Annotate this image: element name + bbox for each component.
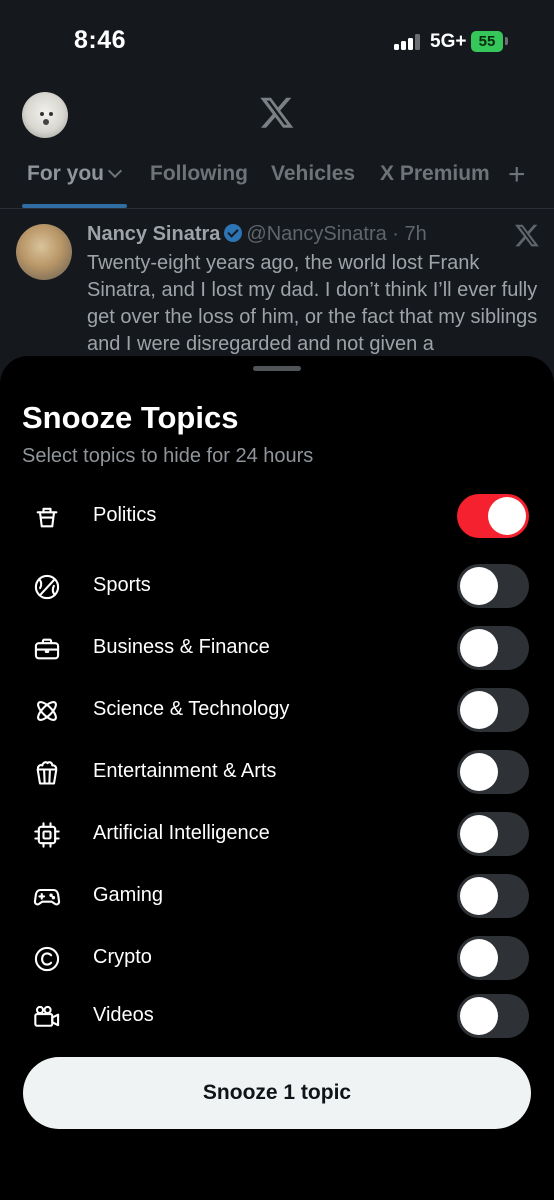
ball-icon xyxy=(33,573,61,601)
toggle-knob xyxy=(460,567,498,605)
author-handle: @NancySinatra · 7h xyxy=(246,223,427,245)
battery-icon: 55 xyxy=(471,31,503,52)
topic-row-crypto[interactable]: Crypto xyxy=(0,927,554,989)
toggle-gaming[interactable] xyxy=(457,874,529,918)
toggle-videos[interactable] xyxy=(457,994,529,1038)
topic-label: Sports xyxy=(93,574,151,596)
toggle-sports[interactable] xyxy=(457,564,529,608)
topic-row-artificial-intelligence[interactable]: Artificial Intelligence xyxy=(0,803,554,865)
tab-vehicles[interactable]: Vehicles xyxy=(271,162,355,186)
tab-label: For you xyxy=(27,162,104,185)
tweet-author[interactable]: Nancy Sinatra @NancySinatra · 7h xyxy=(87,223,427,246)
author-name: Nancy Sinatra xyxy=(87,223,221,245)
x-logo-icon xyxy=(260,97,294,128)
tab-for-you[interactable]: For you xyxy=(27,162,123,186)
sheet-subtitle: Select topics to hide for 24 hours xyxy=(22,445,314,467)
topic-row-business-finance[interactable]: Business & Finance xyxy=(0,617,554,679)
verified-badge-icon xyxy=(224,224,243,242)
topic-row-sports[interactable]: Sports xyxy=(0,555,554,617)
atom-icon xyxy=(33,697,61,725)
x-logo-icon xyxy=(514,224,539,247)
topic-label: Politics xyxy=(93,504,157,526)
gamepad-icon xyxy=(33,883,61,911)
topic-label: Entertainment & Arts xyxy=(93,760,277,782)
chevron-down-icon xyxy=(107,163,123,179)
coin-icon xyxy=(33,945,61,973)
topic-label: Science & Technology xyxy=(93,698,290,720)
toggle-knob xyxy=(460,997,498,1035)
toggle-crypto[interactable] xyxy=(457,936,529,980)
timeline-tabs: For you Following Vehicles X Premium xyxy=(0,150,554,209)
topic-row-entertainment-arts[interactable]: Entertainment & Arts xyxy=(0,741,554,803)
topic-label: Gaming xyxy=(93,884,164,906)
toggle-knob xyxy=(460,939,498,977)
toggle-knob xyxy=(488,497,526,535)
toggle-knob xyxy=(460,629,498,667)
toggle-knob xyxy=(460,815,498,853)
topic-row-science-technology[interactable]: Science & Technology xyxy=(0,679,554,741)
status-bar: 8:46 5G+ 55 xyxy=(0,0,554,80)
battery-tip xyxy=(505,37,508,45)
topic-label: Crypto xyxy=(93,946,152,968)
tab-x-premium[interactable]: X Premium xyxy=(380,162,490,186)
podium-icon xyxy=(33,503,61,531)
tweet-avatar[interactable] xyxy=(16,224,72,280)
active-tab-indicator xyxy=(22,204,127,208)
topic-label: Artificial Intelligence xyxy=(93,822,270,844)
topic-label: Videos xyxy=(93,1004,154,1026)
toggle-science-technology[interactable] xyxy=(457,688,529,732)
topic-row-politics[interactable]: Politics xyxy=(0,485,554,547)
toggle-entertainment-arts[interactable] xyxy=(457,750,529,794)
status-time: 8:46 xyxy=(74,26,127,54)
toggle-artificial-intelligence[interactable] xyxy=(457,812,529,856)
signal-icon xyxy=(394,34,424,50)
sheet-title: Snooze Topics xyxy=(22,400,239,435)
video-camera-icon xyxy=(33,1003,61,1031)
tweet-text: Twenty-eight years ago, the world lost F… xyxy=(87,252,538,355)
add-tab-icon[interactable]: + xyxy=(508,158,526,192)
topic-row-videos[interactable]: Videos xyxy=(0,985,554,1047)
briefcase-icon xyxy=(33,635,61,663)
snooze-button[interactable]: Snooze 1 topic xyxy=(23,1057,531,1129)
popcorn-icon xyxy=(33,759,61,787)
toggle-knob xyxy=(460,753,498,791)
toggle-knob xyxy=(460,691,498,729)
sheet-grabber[interactable] xyxy=(253,366,301,371)
chip-icon xyxy=(33,821,61,849)
snooze-topics-sheet: Snooze Topics Select topics to hide for … xyxy=(0,356,554,1200)
toggle-business-finance[interactable] xyxy=(457,626,529,670)
toggle-politics[interactable] xyxy=(457,494,529,538)
toggle-knob xyxy=(460,877,498,915)
avatar[interactable] xyxy=(22,92,68,138)
network-label: 5G+ xyxy=(430,31,467,52)
topic-label: Business & Finance xyxy=(93,636,270,658)
topic-row-gaming[interactable]: Gaming xyxy=(0,865,554,927)
tab-following[interactable]: Following xyxy=(150,162,248,186)
